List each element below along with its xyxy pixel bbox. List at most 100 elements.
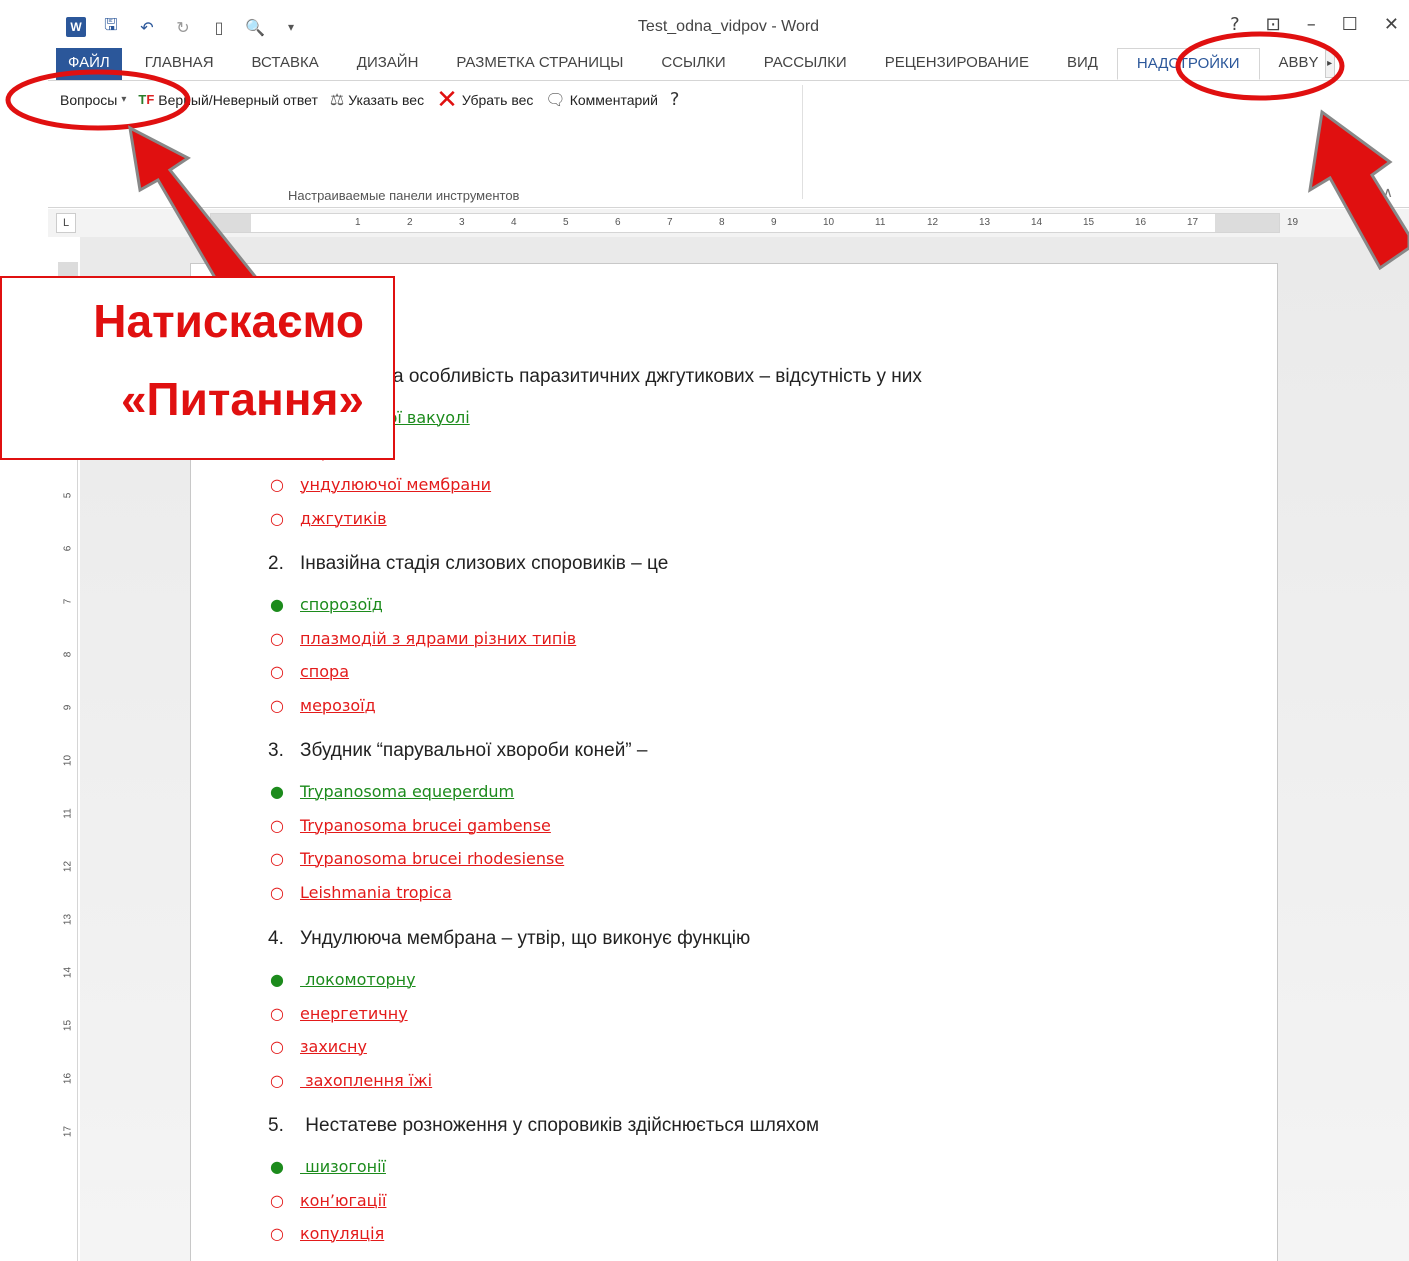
tab-design[interactable]: ДИЗАЙН	[338, 48, 438, 80]
tab-file[interactable]: ФАЙЛ	[56, 48, 122, 80]
wrong-answer[interactable]: ○ джгутиків	[270, 509, 387, 528]
speech-bubble-icon: 🗨	[545, 90, 566, 109]
callout-line-1: Натискаємо	[93, 295, 364, 347]
wrong-answer[interactable]: ○ енергетичну	[270, 1004, 408, 1023]
set-weight-button[interactable]: ⚖ Указать вес	[330, 90, 424, 109]
hollow-bullet-icon: ○	[270, 695, 284, 715]
question-label: Ундулююча мембрана – утвір, що виконує ф…	[300, 928, 751, 949]
right-margin-area	[1215, 214, 1279, 232]
answer-label: захисну	[300, 1037, 367, 1056]
remove-weight-label: Убрать вес	[461, 91, 534, 108]
help-button[interactable]: ?	[670, 89, 680, 110]
correct-answer[interactable]: ● Trypanosoma equeperdum	[270, 782, 514, 801]
ruler-mark: 9	[62, 704, 74, 711]
ruler-mark: 16	[1135, 217, 1147, 228]
group-separator	[802, 85, 803, 199]
comment-label: Комментарий	[569, 91, 658, 108]
wrong-answer[interactable]: ○ спора	[270, 662, 349, 681]
custom-toolbar: Вопросы ▾ TF Верный/Неверный ответ ⚖ Ука…	[60, 84, 680, 115]
ruler-mark: 15	[1083, 217, 1095, 228]
chevron-down-icon: ▾	[121, 94, 127, 105]
answer-label: плазмодій з ядрами різних типів	[300, 628, 577, 648]
tab-selector[interactable]: L	[56, 213, 76, 233]
filled-bullet-icon: ●	[270, 1157, 284, 1176]
question-mark-icon: ?	[669, 89, 680, 110]
questions-button[interactable]: Вопросы ▾	[60, 92, 126, 108]
ruler-bar: L 1 2 3 4 5 6 7 8 9 10 11 12 13 14 15 16 17 19	[48, 209, 1409, 237]
wrong-answer[interactable]: ○ копуляція	[270, 1224, 384, 1243]
answer-label: кон’югації	[300, 1190, 387, 1210]
tab-abbyy[interactable]: ABBY	[1260, 48, 1325, 80]
correct-answer[interactable]: ● шизогонії	[270, 1157, 386, 1176]
ruler-mark: 14	[1031, 217, 1043, 228]
callout-line-2: «Питання»	[120, 373, 364, 425]
question-text[interactable]: 5. Нестатеве розноження у споровиків зді…	[268, 1115, 819, 1137]
question-number: 2.	[268, 553, 284, 574]
answer-label: джгутиків	[300, 508, 387, 528]
answer-label: копуляція	[300, 1224, 385, 1243]
tab-home[interactable]: ГЛАВНАЯ	[126, 48, 233, 80]
window-controls: ? ⊡ – ☐ ✕	[1230, 14, 1399, 35]
remove-weight-button[interactable]: ✕ Убрать вес	[436, 84, 534, 115]
hollow-bullet-icon: ○	[270, 1190, 284, 1210]
wrong-answer[interactable]: ○ ундулюючої мембрани	[270, 475, 491, 494]
question-label: Нестатеве розноження у споровиків здійсн…	[300, 1115, 820, 1136]
annotation-callout: Натискаємо «Питання»	[0, 276, 395, 460]
scales-icon: ⚖	[329, 90, 345, 109]
true-false-answer-button[interactable]: TF Верный/Неверный ответ	[138, 92, 317, 108]
ruler-mark: 4	[511, 217, 517, 228]
hollow-bullet-icon: ○	[270, 1224, 284, 1243]
question-text[interactable]: 4. Ундулююча мембрана – утвір, що виконує…	[268, 928, 750, 950]
wrong-answer[interactable]: ○ плазмодій з ядрами різних типів	[270, 629, 576, 648]
answer-label: шизогонії	[300, 1157, 386, 1176]
help-icon[interactable]: ?	[1230, 14, 1240, 35]
question-text[interactable]: 3. Збудник “парувальної хвороби коней” –	[268, 740, 647, 762]
comment-button[interactable]: 🗨 Комментарий	[545, 90, 658, 109]
tab-page-layout[interactable]: РАЗМЕТКА СТРАНИЦЫ	[437, 48, 642, 80]
wrong-answer[interactable]: ○ захоплення їжі	[270, 1071, 432, 1090]
wrong-answer[interactable]: ○ Leishmania tropica	[270, 883, 452, 902]
tabs-scroll-right-icon[interactable]: ▸	[1324, 50, 1335, 78]
tab-insert[interactable]: ВСТАВКА	[233, 48, 338, 80]
answer-label: Trypanosoma equeperdum	[300, 782, 515, 801]
left-margin-area	[211, 214, 251, 232]
minimize-icon[interactable]: –	[1307, 14, 1316, 35]
ruler-mark: 6	[615, 217, 621, 228]
question-text[interactable]: 2. Інвазійна стадія слизових споровиків –…	[268, 553, 668, 575]
horizontal-ruler[interactable]: 1 2 3 4 5 6 7 8 9 10 11 12 13 14 15 16 17 19	[210, 213, 1298, 233]
red-x-icon: ✕	[436, 84, 458, 115]
answer-label: Leishmania tropica	[300, 882, 452, 902]
close-icon[interactable]: ✕	[1384, 14, 1399, 35]
wrong-answer[interactable]: ○ захисну	[270, 1037, 367, 1056]
question-label: Збудник “парувальної хвороби коней” –	[300, 740, 648, 761]
true-false-label: Верный/Неверный ответ	[158, 91, 318, 108]
maximize-icon[interactable]: ☐	[1342, 14, 1358, 35]
hollow-bullet-icon: ○	[270, 475, 284, 494]
ruler-mark: 3	[459, 217, 465, 228]
tab-view[interactable]: ВИД	[1048, 48, 1117, 80]
ruler-mark: 9	[771, 217, 777, 228]
answer-label: енергетичну	[300, 1003, 408, 1023]
tab-addins[interactable]: НАДСТРОЙКИ	[1116, 48, 1260, 80]
correct-answer[interactable]: ● спорозоїд	[270, 595, 383, 614]
correct-answer[interactable]: ● локомоторну	[270, 970, 416, 989]
hollow-bullet-icon: ○	[270, 882, 284, 902]
ruler-mark: 7	[62, 598, 74, 605]
ruler-mark: 8	[719, 217, 725, 228]
tab-references[interactable]: ССЫЛКИ	[642, 48, 744, 80]
tab-review[interactable]: РЕЦЕНЗИРОВАНИЕ	[866, 48, 1048, 80]
wrong-answer[interactable]: ○ Trypanosoma brucei gambense	[270, 816, 551, 835]
question-number: 4.	[268, 928, 284, 949]
ruler-mark: 6	[62, 545, 74, 552]
ruler-mark: 17	[62, 1125, 74, 1138]
collapse-ribbon-icon[interactable]: ∧	[1383, 185, 1393, 201]
wrong-answer[interactable]: ○ Trypanosoma brucei rhodesiense	[270, 849, 564, 868]
wrong-answer[interactable]: ○ кон’югації	[270, 1191, 386, 1210]
ruler-mark: 16	[62, 1072, 74, 1085]
wrong-answer[interactable]: ○ мерозоїд	[270, 696, 376, 715]
ruler-mark: 19	[1287, 217, 1299, 228]
ribbon-display-options-icon[interactable]: ⊡	[1266, 14, 1281, 35]
ribbon-tabs: ФАЙЛ ГЛАВНАЯ ВСТАВКА ДИЗАЙН РАЗМЕТКА СТР…	[48, 48, 1409, 80]
tab-mailings[interactable]: РАССЫЛКИ	[745, 48, 866, 80]
ruler-mark: 17	[1187, 217, 1199, 228]
